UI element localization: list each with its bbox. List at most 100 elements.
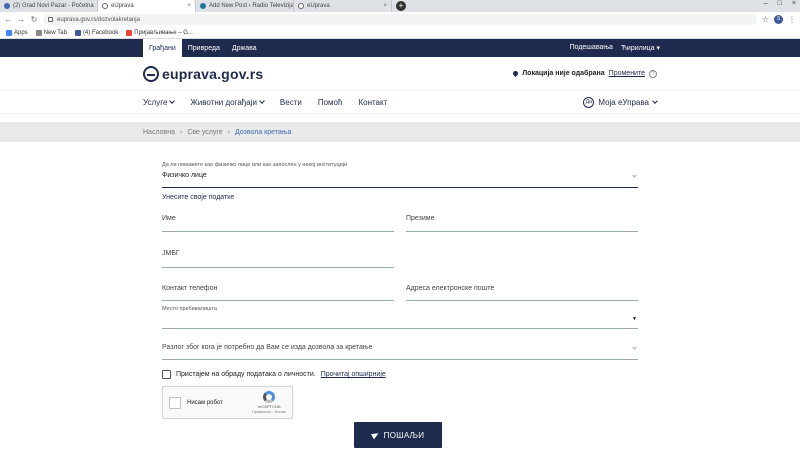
browser-tab-title: eUprava xyxy=(111,3,134,9)
breadcrumb: Насловна › Све услуге › Дозвола кретања xyxy=(0,122,800,142)
reason-placeholder: Разлог због кога је потребно да Вам се и… xyxy=(162,344,373,351)
browser-tab-active[interactable]: eUprava × xyxy=(98,0,196,12)
main-nav: Услуге Животни догађаји Вести Помоћ Конт… xyxy=(0,90,800,114)
bookmark-google[interactable]: Пријављивање – G... xyxy=(126,29,193,36)
first-name-input[interactable]: Име xyxy=(162,215,394,232)
menu-icon[interactable]: ⋮ xyxy=(788,15,796,24)
residence-label: Место пребивалишта xyxy=(162,306,217,312)
back-icon[interactable]: ← xyxy=(4,15,12,24)
browser-tab[interactable]: Add New Post ‹ Radio Televizija × xyxy=(196,0,294,12)
bookmark-apps[interactable]: Apps xyxy=(6,29,28,36)
site-logo[interactable]: euprava.gov.rs xyxy=(143,65,263,82)
browser-tab-title: eUprava xyxy=(307,3,330,9)
location-pin-icon xyxy=(512,69,520,78)
account-icon: Да xyxy=(583,96,595,108)
bookmark-label: (4) Facebook xyxy=(82,29,119,36)
bookmark-label: New Tab xyxy=(43,29,67,36)
close-tab-icon[interactable]: × xyxy=(187,3,191,9)
breadcrumb-current: Дозвола кретања xyxy=(235,128,292,136)
last-name-input[interactable]: Презиме xyxy=(406,215,638,232)
profile-avatar[interactable]: S xyxy=(774,15,783,24)
script-label: Ћирилица xyxy=(620,45,655,52)
euprava-logo-icon xyxy=(143,65,159,82)
nav-item-contact[interactable]: Контакт xyxy=(358,98,387,107)
help-icon[interactable]: ? xyxy=(649,69,657,78)
globe-icon xyxy=(35,29,42,36)
minimize-icon[interactable]: – xyxy=(764,0,768,7)
url-text: euprava.gov.rs/dozvolakretanja xyxy=(57,16,140,23)
nav-item-services[interactable]: Услуге xyxy=(143,97,176,107)
email-input[interactable]: Адреса електронске поште xyxy=(406,285,638,301)
browser-tab[interactable]: eUprava × xyxy=(294,0,392,12)
recaptcha-branding: reCAPTCHA Приватност - Услови xyxy=(252,391,286,414)
maximize-icon[interactable]: □ xyxy=(778,0,782,7)
reload-icon[interactable]: ↻ xyxy=(30,15,38,24)
chevron-down-icon: ▾ xyxy=(656,45,660,52)
breadcrumb-separator: › xyxy=(179,128,183,136)
bookmark-facebook[interactable]: (4) Facebook xyxy=(74,29,119,36)
bookmark-label: Пријављивање – G... xyxy=(134,29,193,36)
recaptcha-checkbox[interactable] xyxy=(169,396,181,409)
field-underline xyxy=(162,359,638,360)
breadcrumb-home[interactable]: Насловна xyxy=(143,129,175,136)
reason-select[interactable]: Разлог због кога је потребно да Вам се и… xyxy=(162,344,638,360)
close-tab-icon[interactable]: × xyxy=(383,3,387,9)
settings-link[interactable]: Подешавања xyxy=(570,44,613,52)
address-bar: ← → ↻ euprava.gov.rs/dozvolakretanja ☆ S… xyxy=(0,12,800,27)
script-selector[interactable]: Ћирилица ▾ xyxy=(621,44,660,52)
nav-item-news[interactable]: Вести xyxy=(280,98,302,107)
nav-item-life-events[interactable]: Животни догађаји xyxy=(190,98,265,107)
bookmark-new-tab[interactable]: New Tab xyxy=(35,29,67,36)
forward-icon[interactable]: → xyxy=(17,15,25,24)
topnav-tab-state[interactable]: Држава xyxy=(226,39,263,57)
browser-tab[interactable]: (2) Grad Novi Pazar - Početna × xyxy=(0,0,98,12)
chevron-down-icon xyxy=(652,98,658,104)
google-icon xyxy=(126,29,133,36)
facebook-icon xyxy=(74,29,81,36)
field-underline xyxy=(162,328,638,329)
recaptcha-label: Нисам робот xyxy=(187,399,223,406)
topnav-tab-business[interactable]: Привреда xyxy=(182,39,226,57)
close-window-icon[interactable]: × xyxy=(792,0,796,7)
nav-label: Услуге xyxy=(143,97,168,107)
nav-item-help[interactable]: Помоћ xyxy=(318,98,343,107)
recaptcha-logo-icon xyxy=(263,391,276,403)
consent-row: Пристајем на обраду података о личности.… xyxy=(162,370,386,379)
field-underline xyxy=(162,267,394,268)
recaptcha-name: reCAPTCHA xyxy=(257,404,281,409)
residence-select[interactable]: Место пребивалишта ▼ xyxy=(162,306,638,329)
new-tab-button[interactable]: + xyxy=(396,1,406,11)
wordpress-icon xyxy=(200,3,206,9)
browser-tab-bar: (2) Grad Novi Pazar - Početna × eUprava … xyxy=(0,0,800,12)
consent-read-more-link[interactable]: Прочитај опширније xyxy=(321,371,386,378)
send-icon xyxy=(370,430,380,440)
email-placeholder: Адреса електронске поште xyxy=(406,285,495,292)
field-underline xyxy=(162,300,394,301)
section-title: Унесите своје податке xyxy=(162,194,235,201)
location-text: Локација није одабрана xyxy=(522,70,605,77)
submit-button[interactable]: ПОШАЉИ xyxy=(354,422,442,448)
jmbg-input[interactable]: ЈМБГ xyxy=(162,250,394,268)
browser-tab-title: (2) Grad Novi Pazar - Početna xyxy=(13,3,94,9)
applicant-type-select[interactable]: Да ли помажете као физичко лице или као … xyxy=(162,162,638,188)
topnav-tab-citizens[interactable]: Грађани xyxy=(143,39,182,57)
bookmark-label: Apps xyxy=(14,29,28,36)
url-input[interactable]: euprava.gov.rs/dozvolakretanja xyxy=(43,14,757,25)
location-change-link[interactable]: Промените xyxy=(609,70,645,77)
consent-text: Пристајем на обраду података о личности. xyxy=(176,371,316,378)
breadcrumb-separator: › xyxy=(227,128,231,136)
euprava-icon xyxy=(102,3,108,9)
account-label: Моја еУправа xyxy=(598,97,649,107)
browser-tab-title: Add New Post ‹ Radio Televizija xyxy=(209,3,294,9)
consent-checkbox[interactable] xyxy=(162,370,171,379)
lock-icon[interactable] xyxy=(48,17,53,22)
first-name-placeholder: Име xyxy=(162,215,176,222)
my-euprava-menu[interactable]: Да Моја еУправа xyxy=(583,96,658,108)
applicant-type-value: Физичко лице xyxy=(162,172,207,179)
phone-placeholder: Контакт телефон xyxy=(162,285,218,292)
breadcrumb-all-services[interactable]: Све услуге xyxy=(187,129,222,136)
bookmark-star-icon[interactable]: ☆ xyxy=(762,15,769,24)
field-underline xyxy=(162,187,638,188)
recaptcha-terms[interactable]: Приватност - Услови xyxy=(252,410,286,414)
phone-input[interactable]: Контакт телефон xyxy=(162,285,394,301)
